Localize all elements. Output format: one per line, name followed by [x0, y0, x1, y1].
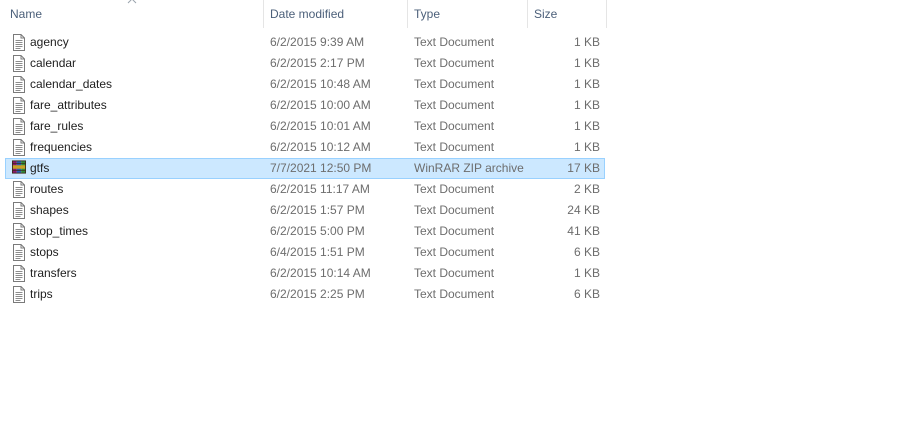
file-date-modified: 6/2/2015 10:12 AM [270, 140, 371, 154]
file-type: WinRAR ZIP archive [414, 161, 524, 175]
file-name: frequencies [30, 140, 93, 154]
file-size: 1 KB [573, 140, 600, 154]
file-row[interactable]: gtfs 7/7/2021 12:50 PM WinRAR ZIP archive 1… [5, 158, 605, 179]
file-row[interactable]: fare_attributes 6/2/2015 10:00 AM Text Doc… [5, 95, 605, 116]
file-name: routes [30, 182, 64, 196]
file-type: Text Document [414, 245, 495, 259]
text-document-icon [12, 265, 26, 282]
file-size: 1 KB [573, 266, 600, 280]
file-date-modified: 6/2/2015 9:39 AM [270, 35, 365, 49]
text-document-icon [12, 181, 26, 198]
column-divider[interactable] [263, 0, 264, 28]
file-size: 6 KB [573, 245, 600, 259]
file-date-modified: 6/2/2015 2:17 PM [270, 56, 365, 70]
text-document-icon [12, 34, 26, 51]
column-divider[interactable] [606, 0, 607, 28]
file-type: Text Document [414, 77, 495, 91]
file-date-modified: 6/2/2015 10:48 AM [270, 77, 371, 91]
file-date-modified: 6/2/2015 11:17 AM [270, 182, 370, 196]
text-document-icon [12, 223, 26, 240]
file-list: agency 6/2/2015 9:39 AM Text Document 1 KB … [5, 32, 605, 305]
column-header-name[interactable]: Name [10, 0, 42, 28]
column-header-date-modified[interactable]: Date modified [270, 0, 344, 28]
file-type: Text Document [414, 119, 495, 133]
file-row[interactable]: frequencies 6/2/2015 10:12 AM Text Documen… [5, 137, 605, 158]
file-date-modified: 6/2/2015 10:01 AM [270, 119, 371, 133]
file-date-modified: 6/2/2015 2:25 PM [270, 287, 365, 301]
file-size: 2 KB [573, 182, 600, 196]
file-name: trips [30, 287, 53, 301]
text-document-icon [12, 97, 26, 114]
file-row[interactable]: stop_times 6/2/2015 5:00 PM Text Document 4… [5, 221, 605, 242]
file-name: shapes [30, 203, 69, 217]
file-name: fare_attributes [30, 98, 107, 112]
file-name: calendar [30, 56, 77, 70]
column-header-size[interactable]: Size [534, 0, 557, 28]
text-document-icon [12, 202, 26, 219]
file-name: fare_rules [30, 119, 84, 133]
file-type: Text Document [414, 35, 495, 49]
text-document-icon [12, 118, 26, 135]
file-size: 41 KB [567, 224, 600, 238]
file-size: 1 KB [573, 119, 600, 133]
text-document-icon [12, 244, 26, 261]
file-type: Text Document [414, 287, 495, 301]
file-explorer-details-view: Name Date modified Type Size agency 6/2/2… [0, 0, 906, 432]
column-header-bar: Name Date modified Type Size [0, 0, 610, 28]
file-date-modified: 6/4/2015 1:51 PM [270, 245, 365, 259]
file-date-modified: 6/2/2015 5:00 PM [270, 224, 365, 238]
column-header-type[interactable]: Type [414, 0, 440, 28]
file-date-modified: 6/2/2015 10:14 AM [270, 266, 371, 280]
file-row[interactable]: shapes 6/2/2015 1:57 PM Text Document 24 KB [5, 200, 605, 221]
file-row[interactable]: fare_rules 6/2/2015 10:01 AM Text Document… [5, 116, 605, 137]
file-name: calendar_dates [30, 77, 113, 91]
text-document-icon [12, 76, 26, 93]
file-row[interactable]: routes 6/2/2015 11:17 AM Text Document 2 KB [5, 179, 605, 200]
file-row[interactable]: transfers 6/2/2015 10:14 AM Text Document 1… [5, 263, 605, 284]
file-size: 1 KB [573, 56, 600, 70]
file-type: Text Document [414, 98, 495, 112]
file-size: 1 KB [573, 35, 600, 49]
file-type: Text Document [414, 56, 495, 70]
file-type: Text Document [414, 203, 495, 217]
file-size: 6 KB [573, 287, 600, 301]
winrar-archive-icon [12, 160, 26, 177]
file-type: Text Document [414, 266, 495, 280]
file-row[interactable]: agency 6/2/2015 9:39 AM Text Document 1 KB [5, 32, 605, 53]
file-size: 1 KB [573, 98, 600, 112]
file-name: transfers [30, 266, 77, 280]
file-row[interactable]: calendar 6/2/2015 2:17 PM Text Document 1 K… [5, 53, 605, 74]
column-divider[interactable] [407, 0, 408, 28]
file-name: gtfs [30, 161, 50, 175]
file-name: stop_times [30, 224, 89, 238]
sort-ascending-icon [127, 0, 137, 4]
file-date-modified: 6/2/2015 1:57 PM [270, 203, 365, 217]
file-name: agency [30, 35, 69, 49]
file-row[interactable]: calendar_dates 6/2/2015 10:48 AM Text Docu… [5, 74, 605, 95]
file-size: 24 KB [567, 203, 600, 217]
text-document-icon [12, 286, 26, 303]
file-size: 17 KB [567, 161, 600, 175]
file-date-modified: 6/2/2015 10:00 AM [270, 98, 371, 112]
file-type: Text Document [414, 182, 495, 196]
column-divider[interactable] [527, 0, 528, 28]
file-row[interactable]: trips 6/2/2015 2:25 PM Text Document 6 KB [5, 284, 605, 305]
text-document-icon [12, 55, 26, 72]
file-name: stops [30, 245, 59, 259]
file-date-modified: 7/7/2021 12:50 PM [270, 161, 372, 175]
file-row[interactable]: stops 6/4/2015 1:51 PM Text Document 6 KB [5, 242, 605, 263]
file-type: Text Document [414, 140, 495, 154]
text-document-icon [12, 139, 26, 156]
file-type: Text Document [414, 224, 495, 238]
file-size: 1 KB [573, 77, 600, 91]
